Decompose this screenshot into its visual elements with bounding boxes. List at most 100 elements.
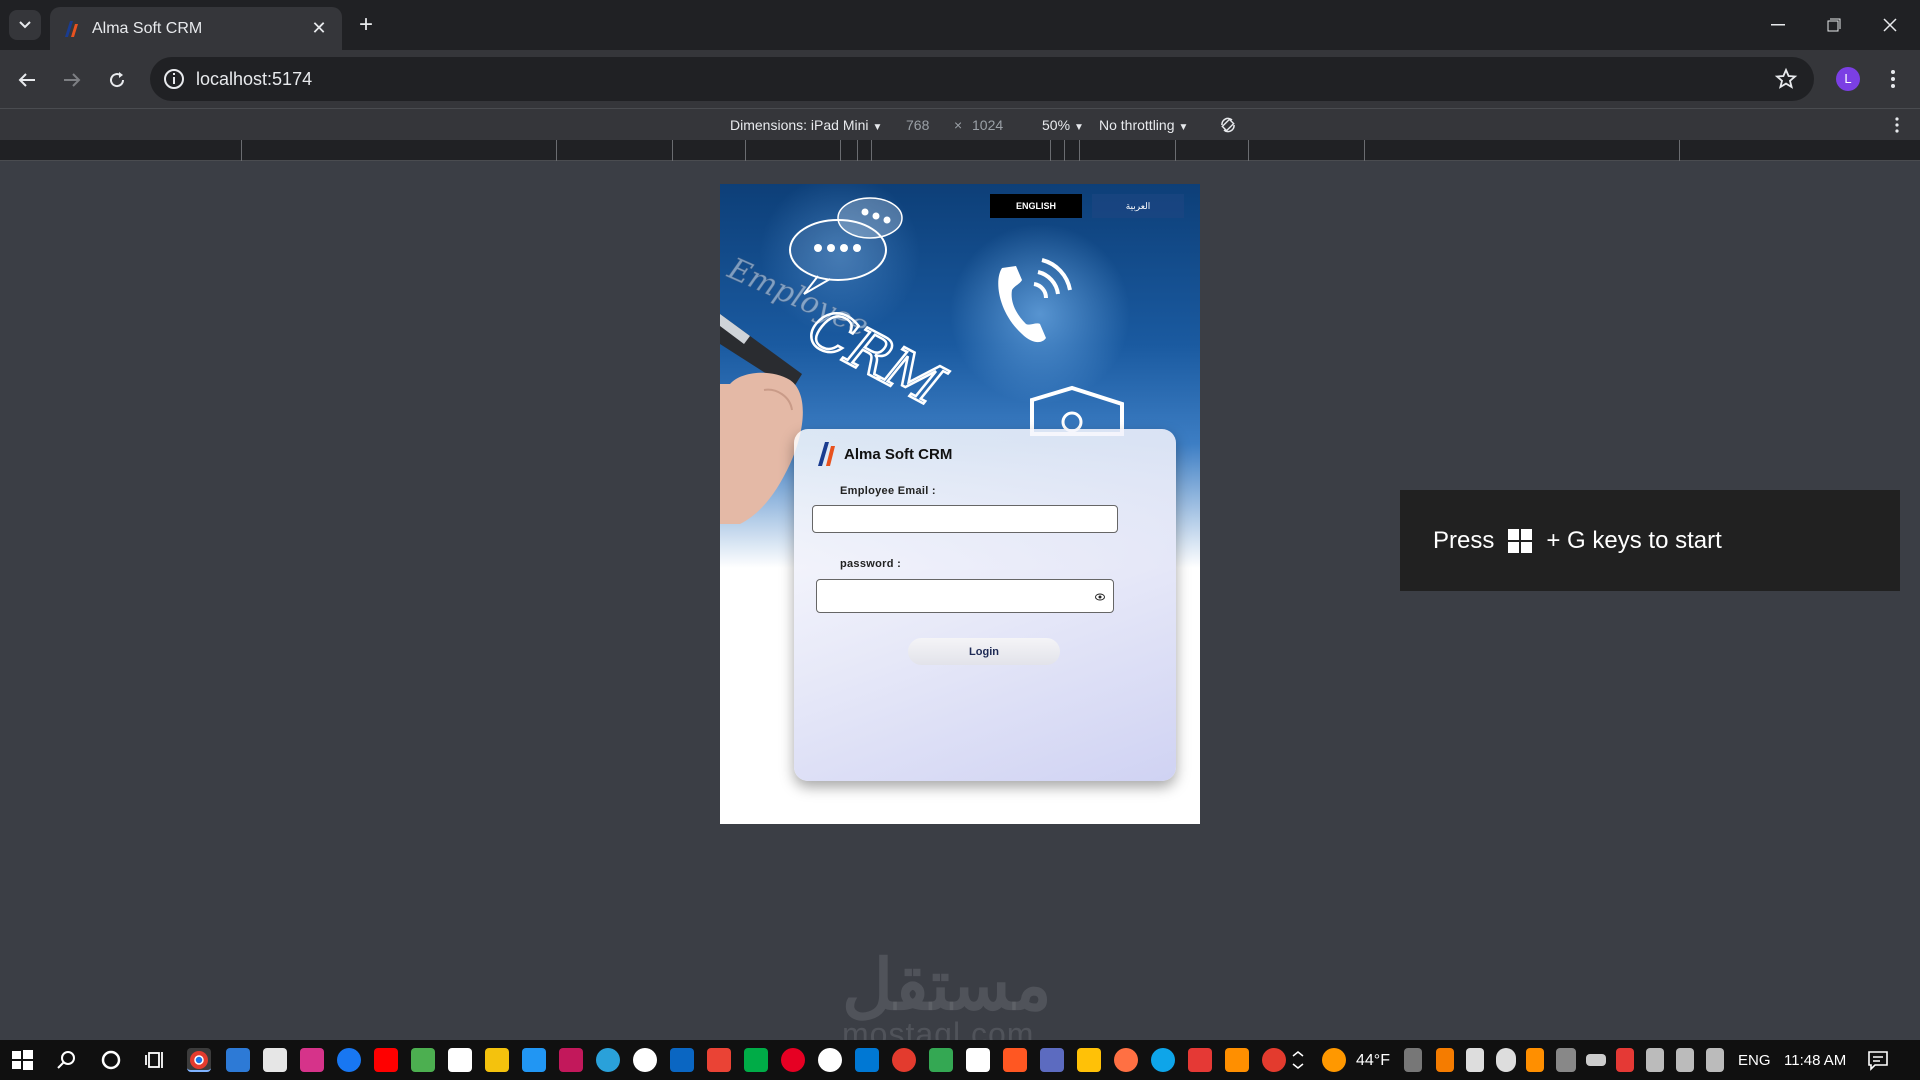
github-icon[interactable] <box>818 1048 842 1072</box>
info-icon[interactable] <box>162 67 186 91</box>
volume-icon[interactable] <box>1676 1048 1694 1072</box>
more-menu-icon[interactable] <box>1880 66 1906 92</box>
network-off-icon[interactable] <box>1556 1048 1576 1072</box>
youtube-icon[interactable] <box>374 1048 398 1072</box>
new-tab-button[interactable]: + <box>352 11 380 39</box>
weather-temperature[interactable]: 44°F <box>1356 1052 1390 1070</box>
app-icon[interactable] <box>448 1048 472 1072</box>
angular-icon[interactable] <box>559 1048 583 1072</box>
snip-icon[interactable] <box>522 1048 546 1072</box>
minimize-button[interactable] <box>1750 0 1806 50</box>
search-icon[interactable] <box>55 1048 79 1072</box>
onedrive-icon[interactable] <box>1496 1048 1516 1072</box>
password-input[interactable] <box>817 580 1113 612</box>
input-language[interactable]: ENG <box>1738 1052 1771 1069</box>
tray-telegram-icon[interactable] <box>1466 1048 1484 1072</box>
bookmark-star-icon[interactable] <box>1774 67 1798 91</box>
email-field[interactable] <box>812 505 1118 533</box>
tray-xampp-icon[interactable] <box>1436 1048 1454 1072</box>
alma-logo-icon <box>65 20 78 37</box>
facebook-icon[interactable] <box>337 1048 361 1072</box>
back-button[interactable] <box>10 63 44 97</box>
profile-avatar[interactable]: L <box>1836 67 1860 91</box>
arabic-language-button[interactable]: العربية <box>1092 194 1184 218</box>
meet-icon[interactable] <box>744 1048 768 1072</box>
caret-down-icon: ▼ <box>1178 122 1189 133</box>
close-tab-icon[interactable]: ✕ <box>308 18 330 39</box>
file-explorer-icon[interactable] <box>1077 1048 1101 1072</box>
notifications-icon[interactable] <box>1866 1048 1890 1072</box>
vscode-icon[interactable] <box>855 1048 879 1072</box>
tray-app-icon[interactable] <box>1404 1048 1422 1072</box>
security-shield-icon[interactable] <box>1616 1048 1634 1072</box>
device-dimensions-label: Dimensions: iPad Mini <box>730 117 869 133</box>
caret-down-icon: ▼ <box>1074 122 1084 133</box>
weather-sun-icon[interactable] <box>1322 1048 1346 1072</box>
clock-time[interactable]: 11:48 AM <box>1784 1052 1846 1069</box>
downloader-icon[interactable] <box>1188 1048 1212 1072</box>
start-windows-icon[interactable] <box>10 1048 34 1072</box>
windows-taskbar: 44°F ENG 11:48 AM <box>0 1040 1920 1080</box>
chrome-icon[interactable] <box>892 1048 916 1072</box>
restore-button[interactable] <box>1806 0 1862 50</box>
caret-down-icon: ▼ <box>872 122 883 133</box>
whatsapp-icon[interactable] <box>633 1048 657 1072</box>
close-window-button[interactable] <box>1862 0 1918 50</box>
tab-search-button[interactable] <box>9 10 41 40</box>
pinterest-icon[interactable] <box>781 1048 805 1072</box>
download-icon[interactable] <box>411 1048 435 1072</box>
calendar-icon[interactable] <box>966 1048 990 1072</box>
postman-icon[interactable] <box>1114 1048 1138 1072</box>
device-height-input[interactable]: 1024 <box>972 117 1003 133</box>
task-view-icon[interactable] <box>144 1048 168 1072</box>
windows-logo-icon <box>1508 528 1533 553</box>
cortana-icon[interactable] <box>99 1048 123 1072</box>
device-more-icon[interactable] <box>1890 116 1904 134</box>
instagram-icon[interactable] <box>300 1048 324 1072</box>
gmail-icon[interactable] <box>707 1048 731 1072</box>
rotate-icon[interactable] <box>1218 115 1238 135</box>
password-label: password : <box>840 558 902 570</box>
english-language-button[interactable]: ENGLISH <box>990 194 1082 218</box>
battery-icon[interactable] <box>1586 1054 1606 1066</box>
browser-toolbar: localhost:5174 L <box>0 50 1920 108</box>
vlc-icon[interactable] <box>1225 1048 1249 1072</box>
store-icon[interactable] <box>226 1048 250 1072</box>
forward-button[interactable] <box>55 63 89 97</box>
chrome-taskbar-icon[interactable] <box>187 1048 211 1072</box>
reload-button[interactable] <box>100 63 134 97</box>
linkedin-icon[interactable] <box>670 1048 694 1072</box>
drive-icon[interactable] <box>929 1048 953 1072</box>
sticky-notes-icon[interactable] <box>485 1048 509 1072</box>
meet-now-icon[interactable] <box>1646 1048 1664 1072</box>
address-bar[interactable]: localhost:5174 <box>150 57 1814 101</box>
show-hidden-icons-icon[interactable] <box>1290 1048 1306 1072</box>
email-input[interactable] <box>813 506 1117 532</box>
telegram-icon[interactable] <box>596 1048 620 1072</box>
watermark-arabic: مستقل <box>842 946 1052 1024</box>
wifi-icon[interactable] <box>1706 1048 1724 1072</box>
back-arrow-icon <box>18 73 35 87</box>
throttling-label: No throttling <box>1099 117 1175 133</box>
email-label: Employee Email : <box>840 485 936 497</box>
eye-icon[interactable] <box>1095 592 1105 602</box>
throttling-select[interactable]: No throttling ▼ <box>1099 117 1188 133</box>
browser-tab[interactable]: Alma Soft CRM ✕ <box>50 7 342 50</box>
chrome-profile-icon[interactable] <box>1262 1048 1286 1072</box>
zoom-select[interactable]: 50% ▼ <box>1042 117 1084 133</box>
password-field[interactable] <box>816 579 1114 613</box>
login-button[interactable]: Login <box>908 638 1060 665</box>
gitlab-icon[interactable] <box>1003 1048 1027 1072</box>
edge-icon[interactable] <box>1151 1048 1175 1072</box>
media-query-ruler[interactable] <box>0 140 1920 161</box>
game-bar-toast: Press + G keys to start <box>1400 490 1900 591</box>
login-card: Alma Soft CRM Employee Email : password … <box>794 429 1176 781</box>
url-text[interactable]: localhost:5174 <box>196 69 312 90</box>
mail-icon[interactable] <box>263 1048 287 1072</box>
device-width-input[interactable]: 768 <box>906 117 929 133</box>
device-dimensions-select[interactable]: Dimensions: iPad Mini ▼ <box>730 117 882 133</box>
tray-vlc-icon[interactable] <box>1526 1048 1544 1072</box>
vpn-icon[interactable] <box>1040 1048 1064 1072</box>
brand-header: Alma Soft CRM <box>816 441 952 467</box>
alma-logo-icon <box>818 442 835 466</box>
